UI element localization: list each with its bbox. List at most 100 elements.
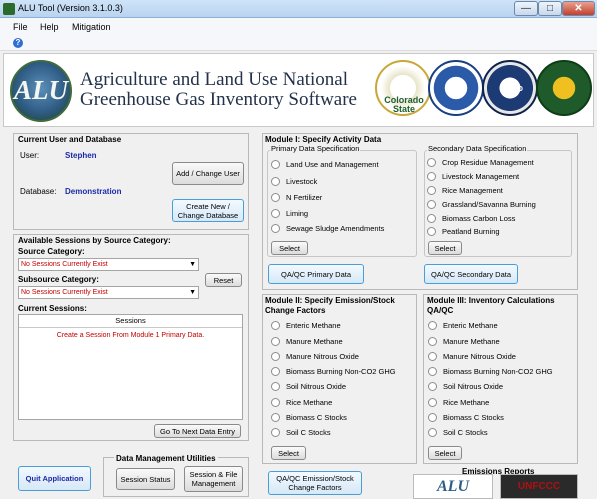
radio-label: Rice Management — [442, 186, 503, 195]
module3-select-button[interactable]: Select — [428, 446, 462, 460]
menu-help[interactable]: Help — [40, 22, 59, 32]
session-status-button[interactable]: Session Status — [116, 468, 175, 490]
radio-liming[interactable]: Liming — [271, 209, 308, 218]
radio-button[interactable] — [428, 428, 437, 437]
minimize-button[interactable]: — — [514, 1, 538, 16]
radio-button[interactable] — [271, 177, 280, 186]
radio-button[interactable] — [427, 158, 436, 167]
help-icon[interactable]: ? — [13, 38, 23, 48]
window-title: ALU Tool (Version 3.1.0.3) — [18, 3, 123, 13]
radio-button[interactable] — [271, 413, 280, 422]
radio-livestock[interactable]: Livestock — [271, 177, 317, 186]
radio-label: Soil Nitrous Oxide — [286, 382, 347, 391]
m3-radio-soil-nitrous-oxide[interactable]: Soil Nitrous Oxide — [428, 382, 503, 391]
radio-button[interactable] — [427, 200, 436, 209]
radio-crop-residue[interactable]: Crop Residue Management — [427, 158, 534, 167]
subsource-category-dropdown[interactable]: No Sessions Currently Exist ▼ — [18, 286, 199, 299]
radio-button[interactable] — [271, 321, 280, 330]
m3-radio-enteric-methane[interactable]: Enteric Methane — [428, 321, 498, 330]
radio-button[interactable] — [427, 227, 436, 236]
radio-button[interactable] — [271, 224, 280, 233]
qaqc-secondary-button[interactable]: QA/QC Secondary Data — [424, 264, 518, 284]
radio-land-use[interactable]: Land Use and Management — [271, 160, 379, 169]
radio-button[interactable] — [428, 337, 437, 346]
radio-button[interactable] — [271, 352, 280, 361]
radio-button[interactable] — [271, 428, 280, 437]
radio-button[interactable] — [271, 209, 280, 218]
menu-mitigation[interactable]: Mitigation — [72, 22, 111, 32]
m2-radio-biomass-burning[interactable]: Biomass Burning Non-CO2 GHG — [271, 367, 396, 376]
qaqc-primary-button[interactable]: QA/QC Primary Data — [268, 264, 364, 284]
m2-radio-manure-methane[interactable]: Manure Methane — [271, 337, 343, 346]
radio-button[interactable] — [271, 367, 280, 376]
radio-button[interactable] — [271, 160, 280, 169]
sessions-list[interactable]: Sessions Create a Session From Module 1 … — [18, 314, 243, 420]
radio-button[interactable] — [428, 398, 437, 407]
m2-radio-biomass-c-stocks[interactable]: Biomass C Stocks — [271, 413, 347, 422]
next-data-entry-button[interactable]: Go To Next Data Entry — [154, 424, 241, 438]
primary-select-button[interactable]: Select — [271, 241, 308, 255]
radio-biomass-carbon-loss[interactable]: Biomass Carbon Loss — [427, 214, 515, 223]
menu-file[interactable]: File — [13, 22, 28, 32]
radio-peatland-burning[interactable]: Peatland Burning — [427, 227, 500, 236]
secondary-select-button[interactable]: Select — [428, 241, 462, 255]
m2-radio-rice-methane[interactable]: Rice Methane — [271, 398, 332, 407]
banner-title-line1: Agriculture and Land Use National — [80, 69, 349, 90]
radio-button[interactable] — [427, 186, 436, 195]
reset-button[interactable]: Reset — [205, 273, 242, 287]
quit-application-button[interactable]: Quit Application — [18, 466, 91, 491]
radio-label: Peatland Burning — [442, 227, 500, 236]
module2-select-button[interactable]: Select — [271, 446, 306, 460]
radio-button[interactable] — [271, 193, 280, 202]
radio-label: Livestock — [286, 177, 318, 186]
radio-button[interactable] — [428, 367, 437, 376]
radio-button[interactable] — [271, 398, 280, 407]
m3-radio-biomass-burning[interactable]: Biomass Burning Non-CO2 GHG — [428, 367, 553, 376]
close-button[interactable]: ✕ — [562, 1, 595, 16]
m3-radio-manure-nitrous-oxide[interactable]: Manure Nitrous Oxide — [428, 352, 516, 361]
radio-button[interactable] — [428, 352, 437, 361]
radio-button[interactable] — [428, 382, 437, 391]
radio-button[interactable] — [271, 382, 280, 391]
radio-n-fertilizer[interactable]: N Fertilizer — [271, 193, 322, 202]
radio-label: Manure Methane — [443, 337, 500, 346]
unfccc-report-button[interactable]: UNFCCC — [500, 474, 578, 499]
m3-radio-rice-methane[interactable]: Rice Methane — [428, 398, 489, 407]
radio-rice-management[interactable]: Rice Management — [427, 186, 503, 195]
sessions-column-header[interactable]: Sessions — [19, 315, 242, 328]
radio-button[interactable] — [428, 321, 437, 330]
radio-button[interactable] — [427, 172, 436, 181]
radio-label: Liming — [286, 209, 309, 218]
m3-radio-manure-methane[interactable]: Manure Methane — [428, 337, 500, 346]
radio-sewage-sludge[interactable]: Sewage Sludge Amendments — [271, 224, 384, 233]
session-file-management-button[interactable]: Session & File Management — [184, 466, 243, 492]
maximize-button[interactable]: □ — [538, 1, 562, 16]
m2-radio-manure-nitrous-oxide[interactable]: Manure Nitrous Oxide — [271, 352, 359, 361]
radio-button[interactable] — [428, 413, 437, 422]
subsource-category-label: Subsource Category: — [18, 275, 99, 284]
m3-radio-biomass-c-stocks[interactable]: Biomass C Stocks — [428, 413, 504, 422]
alu-report-button[interactable]: ALU — [413, 474, 493, 499]
radio-grassland-burning[interactable]: Grassland/Savanna Burning — [427, 200, 536, 209]
current-sessions-label: Current Sessions: — [18, 304, 87, 313]
source-category-dropdown[interactable]: No Sessions Currently Exist ▼ — [18, 258, 199, 271]
qaqc-emission-factors-button[interactable]: QA/QC Emission/Stock Change Factors — [268, 471, 362, 495]
source-category-value: No Sessions Currently Exist — [21, 261, 108, 268]
user-value: Stephen — [65, 151, 97, 160]
m2-radio-soil-nitrous-oxide[interactable]: Soil Nitrous Oxide — [271, 382, 346, 391]
radio-livestock-management[interactable]: Livestock Management — [427, 172, 519, 181]
m2-radio-soil-c-stocks[interactable]: Soil C Stocks — [271, 428, 331, 437]
radio-label: Manure Nitrous Oxide — [286, 352, 359, 361]
usaid-seal-icon: USAID — [482, 60, 538, 116]
radio-label: Rice Methane — [286, 398, 333, 407]
radio-button[interactable] — [427, 214, 436, 223]
radio-label: Enteric Methane — [286, 321, 341, 330]
radio-button[interactable] — [271, 337, 280, 346]
create-database-button[interactable]: Create New / Change Database — [172, 199, 244, 222]
m2-radio-enteric-methane[interactable]: Enteric Methane — [271, 321, 341, 330]
module2-title: Module II: Specify Emission/Stock Change… — [265, 296, 395, 316]
m3-radio-soil-c-stocks[interactable]: Soil C Stocks — [428, 428, 488, 437]
change-user-button[interactable]: Add / Change User — [172, 162, 244, 185]
module3-title-line2: QA/QC — [427, 306, 454, 315]
radio-label: Biomass Burning Non-CO2 GHG — [286, 367, 396, 376]
